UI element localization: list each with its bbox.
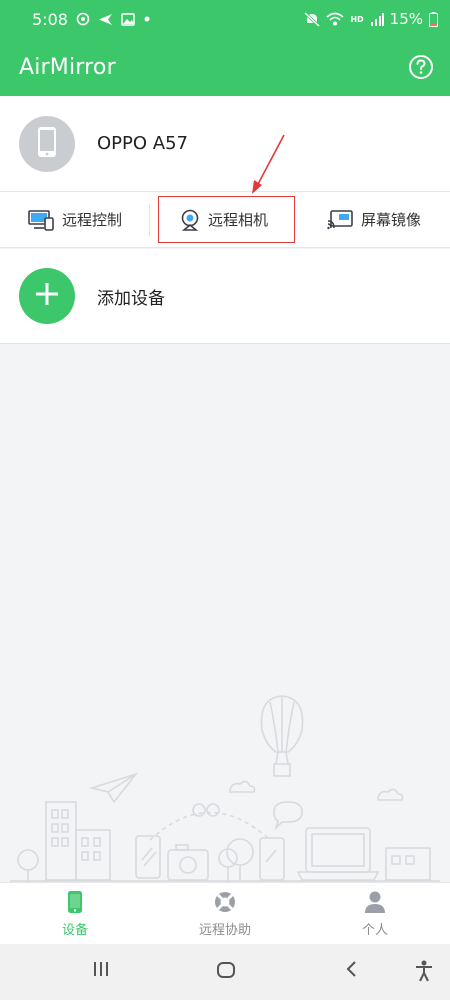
nav-devices-label: 设备 [61, 923, 88, 938]
remote-control-label: 远程控制 [61, 211, 122, 229]
screen-mirror-button[interactable]: 屏幕镜像 [298, 192, 450, 247]
accessibility-icon[interactable] [414, 960, 434, 982]
back-icon[interactable] [344, 960, 358, 978]
cast-screen-icon [327, 209, 353, 230]
device-actions: 远程控制 远程相机 屏幕镜像 [0, 192, 450, 248]
add-device-label: 添加设备 [97, 288, 165, 309]
status-time: 5:08 [32, 9, 68, 29]
status-bar: 5:08 HD 15% [0, 0, 450, 38]
wifi-icon [326, 12, 344, 26]
nav-devices[interactable]: 设备 [0, 883, 150, 944]
city-illustration [10, 695, 440, 882]
nav-profile-label: 个人 [361, 923, 388, 938]
phone-icon [37, 126, 57, 162]
nav-remote-assist[interactable]: 远程协助 [150, 883, 300, 944]
plus-icon [34, 281, 60, 311]
mute-icon [304, 11, 321, 27]
send-icon [98, 13, 113, 26]
annotation-arrow [252, 134, 285, 194]
home-icon[interactable] [216, 960, 236, 980]
lifebuoy-icon [213, 889, 237, 915]
remote-control-icon [28, 209, 54, 231]
person-icon [364, 889, 386, 915]
question-circle-icon[interactable] [408, 54, 434, 80]
app-title: AirMirror [19, 54, 116, 80]
nav-profile[interactable]: 个人 [300, 883, 450, 944]
screen-mirror-label: 屏幕镜像 [360, 211, 421, 229]
nav-remote-assist-label: 远程协助 [198, 923, 251, 938]
network-tag: HD [350, 14, 364, 24]
signal-icon [370, 12, 384, 26]
sync-icon [76, 12, 90, 26]
device-card[interactable]: OPPO A57 [0, 96, 450, 192]
webcam-icon [180, 209, 200, 231]
remote-camera-label: 远程相机 [207, 211, 268, 229]
remote-camera-button[interactable]: 远程相机 [150, 192, 298, 247]
gallery-icon [121, 12, 135, 26]
device-avatar [19, 115, 75, 172]
bottom-nav: 设备 远程协助 个人 [0, 882, 450, 944]
battery-percent: 15% [389, 10, 423, 28]
phone-icon [67, 889, 83, 915]
recent-apps-icon[interactable] [92, 960, 110, 978]
app-bar: AirMirror [0, 38, 450, 96]
remote-control-button[interactable]: 远程控制 [0, 192, 150, 247]
add-device-button[interactable] [19, 268, 75, 324]
dot-icon [143, 15, 151, 23]
add-device-row[interactable]: 添加设备 [0, 249, 450, 344]
battery-icon [429, 11, 438, 27]
system-nav-bar [0, 944, 450, 1000]
device-name: OPPO A57 [97, 133, 188, 154]
